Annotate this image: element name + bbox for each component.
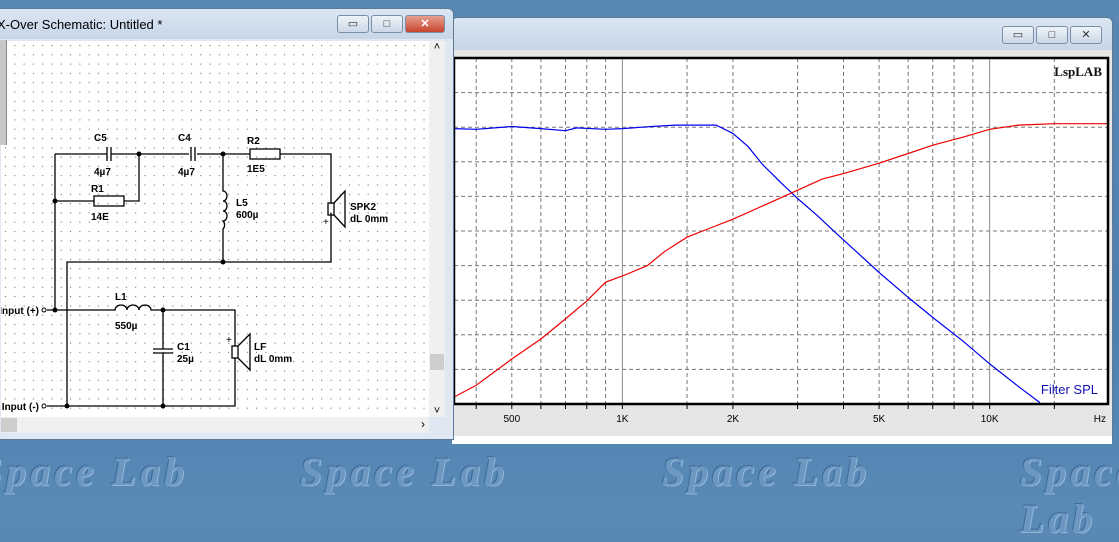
scroll-right-button[interactable]: ›	[421, 417, 425, 431]
x-tick-label: 10K	[981, 414, 999, 425]
brand-label: LspLAB	[1054, 64, 1102, 79]
schematic-canvas[interactable]: C5 4µ7 C4 4µ7 R2 1E5 R1 14E L5 600µ SPK2…	[1, 41, 429, 417]
x-tick-label: 2K	[727, 414, 740, 425]
scroll-thumb[interactable]	[1, 418, 17, 432]
scroll-thumb[interactable]	[430, 354, 444, 370]
background-window-edge	[0, 40, 7, 145]
horizontal-scrollbar[interactable]: ›	[1, 417, 429, 433]
r1-value[interactable]: 14E	[91, 212, 109, 223]
c4-value[interactable]: 4µ7	[178, 167, 195, 178]
title-bar[interactable]: ▭ □ ✕	[452, 18, 1112, 50]
scroll-up-button[interactable]: ˄	[429, 41, 445, 53]
c1-label[interactable]: C1	[177, 342, 190, 353]
c1-value[interactable]: 25µ	[177, 354, 194, 365]
minimize-button[interactable]: ▭	[1002, 26, 1034, 44]
desktop-logo: Space Lab	[1020, 449, 1119, 541]
spk2-polarity: +	[323, 217, 329, 228]
desktop-logo: Space Lab	[662, 449, 871, 494]
r2-value[interactable]: 1E5	[247, 164, 265, 175]
x-tick-label: 1K	[616, 414, 629, 425]
desktop-logo: Space Lab	[0, 449, 189, 494]
status-strip	[452, 436, 1112, 444]
desktop-logo: Space Lab	[300, 449, 509, 494]
legend-label: Filter SPL	[1041, 382, 1098, 397]
l1-label[interactable]: L1	[115, 292, 127, 303]
maximize-button[interactable]: □	[1036, 26, 1068, 44]
filter-spl-window: ▭ □ ✕ 500 1K 2K 5K 10K Hz LspLAB Filter SPL	[451, 17, 1113, 444]
c5-value[interactable]: 4µ7	[94, 167, 111, 178]
lf-polarity: +	[226, 335, 232, 346]
l5-value[interactable]: 600µ	[236, 210, 259, 221]
minimize-button[interactable]: ▭	[337, 15, 369, 33]
maximize-button[interactable]: □	[371, 15, 403, 33]
c5-label[interactable]: C5	[94, 133, 107, 144]
lf-label[interactable]: LF	[254, 342, 266, 353]
spl-chart: 500 1K 2K 5K 10K Hz LspLAB Filter SPL	[452, 56, 1112, 444]
spk2-label[interactable]: SPK2	[350, 202, 377, 213]
xover-schematic-window: X-Over Schematic: Untitled * ▭ □ ✕ C5 4µ…	[0, 8, 454, 440]
c4-label[interactable]: C4	[178, 133, 191, 144]
l1-value[interactable]: 550µ	[115, 321, 138, 332]
window-title: X-Over Schematic: Untitled *	[0, 17, 163, 32]
r1-label[interactable]: R1	[91, 184, 104, 195]
vertical-scrollbar[interactable]: ˄ ˅	[429, 41, 445, 417]
title-bar[interactable]: X-Over Schematic: Untitled * ▭ □ ✕	[0, 9, 453, 39]
input-minus-label: Input (-)	[2, 402, 39, 413]
lf-value[interactable]: dL 0mm	[254, 354, 292, 365]
input-plus-label: Input (+)	[1, 306, 39, 317]
close-button[interactable]: ✕	[405, 15, 445, 33]
x-unit-label: Hz	[1094, 414, 1106, 425]
x-tick-label: 500	[503, 414, 520, 425]
l5-label[interactable]: L5	[236, 198, 248, 209]
x-tick-label: 5K	[873, 414, 886, 425]
close-button[interactable]: ✕	[1070, 26, 1102, 44]
r2-label[interactable]: R2	[247, 136, 260, 147]
scroll-down-button[interactable]: ˅	[429, 405, 445, 417]
spk2-value[interactable]: dL 0mm	[350, 214, 388, 225]
